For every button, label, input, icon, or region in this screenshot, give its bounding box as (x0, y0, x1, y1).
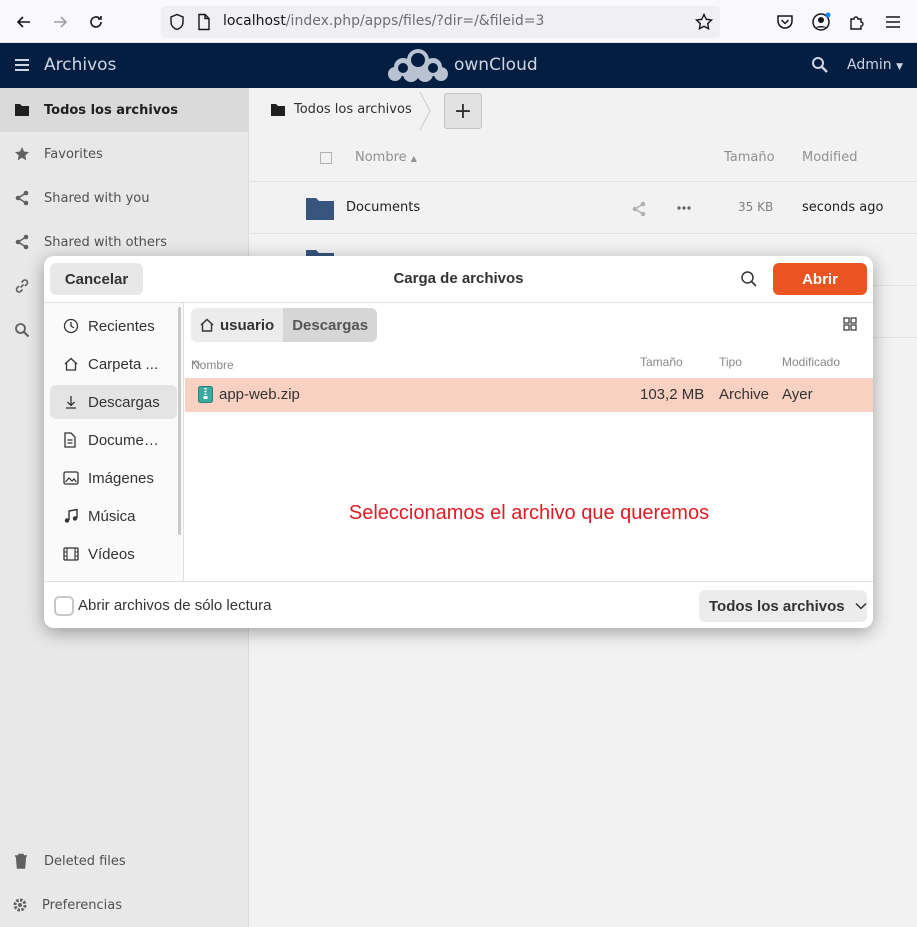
dialog-footer: Abrir archivos de sólo lectura Todos los… (44, 581, 873, 628)
search-icon[interactable] (740, 270, 758, 288)
path-bar: usuario Descargas (191, 308, 378, 342)
download-icon (66, 396, 76, 409)
bookmark-star-icon[interactable] (694, 12, 714, 32)
menu-button[interactable] (880, 9, 906, 35)
column-size[interactable]: Tamaño (640, 355, 683, 369)
readonly-checkbox[interactable] (54, 596, 74, 616)
place-videos[interactable]: Vídeos (50, 537, 177, 571)
music-icon (64, 508, 78, 523)
url-path: /index.php/apps/files/?dir=/&fileid=3 (285, 13, 545, 29)
extensions-button[interactable] (844, 9, 870, 35)
forward-button[interactable] (46, 8, 74, 36)
place-music[interactable]: Música (50, 499, 177, 533)
place-label: Descargas (88, 393, 160, 411)
chevron-down-icon (855, 602, 867, 610)
file-filter-dropdown[interactable]: Todos los archivos (699, 590, 867, 622)
hamburger-icon (886, 16, 900, 28)
file-size: 103,2 MB (640, 386, 705, 403)
account-icon (812, 12, 831, 31)
place-pictures[interactable]: Imágenes (50, 461, 177, 495)
path-segment-downloads[interactable]: Descargas (283, 308, 378, 342)
file-row-selected[interactable]: app-web.zip 103,2 MB Archive Ayer (185, 378, 873, 412)
place-label: Recientes (88, 317, 155, 335)
places-scrollbar[interactable] (178, 307, 181, 535)
owncloud-logo-icon (388, 49, 448, 82)
open-button[interactable]: Abrir (773, 263, 867, 295)
user-menu[interactable]: Admin ▼ (847, 57, 903, 73)
account-button[interactable] (808, 9, 834, 35)
file-name: app-web.zip (219, 386, 300, 403)
arrow-left-icon (16, 16, 30, 28)
filter-label: Todos los archivos (709, 597, 845, 615)
place-label: Música (88, 507, 136, 525)
annotation-text: Seleccionamos el archivo que queremos (348, 502, 710, 524)
app-name[interactable]: Archivos (44, 55, 116, 75)
puzzle-icon (850, 16, 864, 30)
file-chooser-dialog: Carga de archivos Cancelar Abrir Recient… (44, 256, 873, 628)
reload-button[interactable] (82, 8, 110, 36)
column-modified[interactable]: Modificado (782, 355, 840, 369)
zip-file-icon (198, 386, 213, 403)
file-modified: Ayer (782, 386, 813, 403)
file-type: Archive (719, 386, 770, 403)
shield-icon (170, 13, 184, 31)
column-name[interactable]: Nombre (191, 355, 234, 372)
caret-down-icon: ▼ (896, 62, 903, 72)
cancel-button[interactable]: Cancelar (50, 263, 143, 295)
place-label: Imágenes (88, 469, 154, 487)
place-recent[interactable]: Recientes (50, 309, 177, 343)
url-bar[interactable]: localhost/index.php/apps/files/?dir=/&fi… (161, 6, 720, 38)
file-list-header: Nombre Tamaño Tipo Modificado (185, 352, 873, 378)
home-icon (64, 357, 78, 371)
arrow-right-icon (54, 16, 68, 28)
place-label: Docume… (88, 431, 159, 449)
user-name: Admin (847, 57, 892, 73)
page-icon (198, 13, 210, 31)
place-downloads[interactable]: Descargas (50, 385, 177, 419)
home-icon (200, 318, 214, 332)
path-segment-home[interactable]: usuario (191, 308, 284, 342)
place-label: Vídeos (88, 545, 135, 563)
clock-icon (63, 318, 79, 334)
url-host: localhost (223, 13, 286, 29)
url-text: localhost/index.php/apps/files/?dir=/&fi… (223, 13, 544, 29)
brand-name: ownCloud (454, 55, 538, 75)
image-icon (63, 471, 79, 485)
pocket-button[interactable] (772, 9, 798, 35)
places-sidebar: Recientes Carpeta ... Descargas Docume… … (44, 303, 184, 581)
readonly-label[interactable]: Abrir archivos de sólo lectura (78, 597, 271, 614)
place-home[interactable]: Carpeta ... (50, 347, 177, 381)
video-icon (63, 547, 79, 561)
grid-view-icon[interactable] (843, 317, 857, 331)
reload-icon (90, 16, 102, 28)
place-documents[interactable]: Docume… (50, 423, 177, 457)
menu-icon[interactable] (12, 55, 32, 75)
column-name-label: Nombre (191, 358, 234, 372)
place-label: Carpeta ... (88, 355, 159, 373)
browser-toolbar: localhost/index.php/apps/files/?dir=/&fi… (0, 0, 917, 43)
app-header: Archivos ownCloud Admin ▼ (0, 43, 917, 88)
back-button[interactable] (10, 8, 38, 36)
document-icon (64, 432, 76, 448)
search-icon[interactable] (811, 56, 829, 74)
path-label: usuario (220, 316, 275, 334)
pocket-icon (777, 15, 793, 29)
dialog-header: Carga de archivos Cancelar Abrir (44, 256, 873, 303)
column-type[interactable]: Tipo (719, 355, 742, 369)
